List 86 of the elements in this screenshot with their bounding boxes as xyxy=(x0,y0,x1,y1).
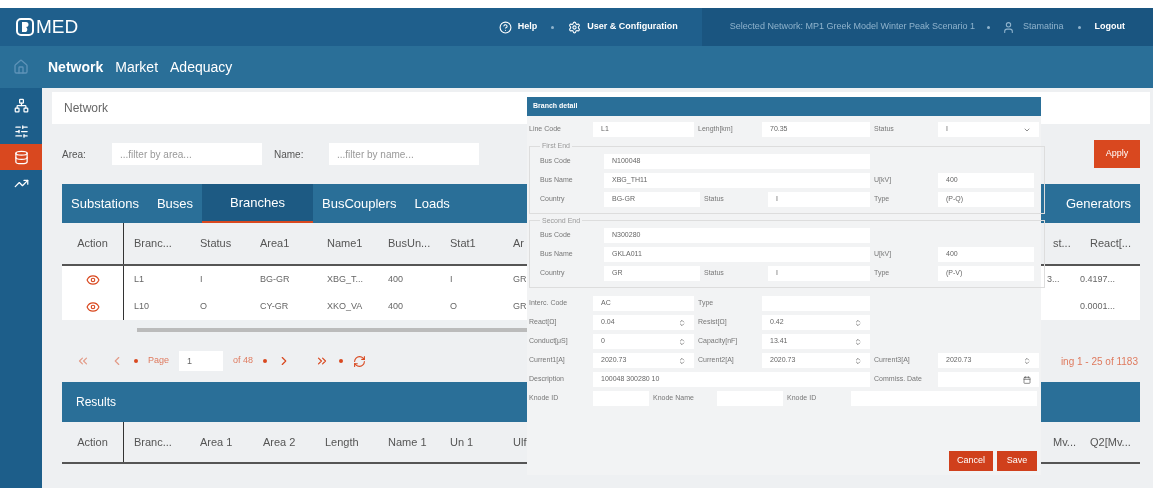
page-field[interactable]: 1 xyxy=(179,351,224,371)
breadcrumb: Network xyxy=(64,100,108,117)
section-title: Results xyxy=(76,394,116,411)
help-link[interactable]: Help xyxy=(517,20,538,34)
column-header: Area 1 xyxy=(199,434,234,450)
input-field[interactable] xyxy=(938,372,1039,387)
column-header: Area 2 xyxy=(262,434,297,450)
stepper-icon xyxy=(678,337,686,346)
table-cell-text: 0.0001... xyxy=(1080,299,1117,313)
help-icon xyxy=(498,20,512,34)
home-icon[interactable] xyxy=(13,59,29,75)
sidebar-item[interactable] xyxy=(0,144,42,170)
nav-tab[interactable]: Network xyxy=(42,56,110,78)
column-header: Length xyxy=(324,434,360,450)
logout-link[interactable]: Logout xyxy=(1094,20,1125,34)
table-cell-text: CY-GR xyxy=(259,299,290,313)
table-cell-text: XBG_T... xyxy=(326,272,364,286)
nav-tab[interactable]: Adequacy xyxy=(164,56,239,78)
table-cell-text: 0.4197... xyxy=(1080,272,1117,286)
settings-icon xyxy=(568,20,582,34)
stepper-icon xyxy=(854,337,862,346)
tab[interactable]: Branches xyxy=(202,184,313,223)
table-cell-text: 3... xyxy=(1046,272,1061,286)
tab[interactable]: Buses xyxy=(147,184,203,223)
table-cell-text: BG-GR xyxy=(259,272,291,286)
column-header: Ulf xyxy=(512,434,527,450)
field-label: Area: xyxy=(62,147,87,162)
column-header: Name 1 xyxy=(387,434,428,450)
logo-icon xyxy=(16,18,34,36)
table-cell-text: 400 xyxy=(387,272,405,286)
column-header: BusUn... xyxy=(387,236,432,252)
app-logo: MED xyxy=(36,14,79,39)
save-button[interactable]: Save xyxy=(997,451,1037,471)
nav-tab[interactable]: Market xyxy=(109,56,165,78)
stepper-icon xyxy=(1023,356,1031,365)
table-cell-text: O xyxy=(199,299,208,313)
column-header: Area1 xyxy=(259,236,291,252)
area-filter-field[interactable]: ...filter by area... xyxy=(112,143,262,165)
tab[interactable]: BusCouplers xyxy=(313,184,406,223)
table-cell-text: L1 xyxy=(133,272,145,286)
table-cell-text: XKO_VA xyxy=(326,299,364,313)
network-icon xyxy=(13,97,29,113)
name-filter-field[interactable]: ...filter by name... xyxy=(329,143,479,165)
calendar-icon xyxy=(1023,375,1031,384)
column-header: st... xyxy=(1053,236,1072,252)
stepper-icon xyxy=(854,356,862,365)
table-cell-text: O xyxy=(449,299,458,313)
view-icon[interactable] xyxy=(85,272,100,287)
column-header: Un 1 xyxy=(449,434,475,450)
column-header: Q2[Mv... xyxy=(1090,434,1132,450)
column-header: Branc... xyxy=(133,434,173,450)
stepper-icon xyxy=(678,356,686,365)
field-label: Name: xyxy=(274,147,305,162)
configuration-link[interactable]: User & Configuration xyxy=(587,20,678,34)
user-icon xyxy=(1001,20,1015,34)
selected-network: Selected Network: MP1 Greek Model Winter Peak Scenario 1 xyxy=(729,20,975,34)
column-header: Ar xyxy=(512,236,525,252)
column-header: Stat1 xyxy=(449,236,477,252)
page-count: of 48 xyxy=(233,354,254,368)
table-cell-text: I xyxy=(449,272,454,286)
tab[interactable]: Substations xyxy=(62,184,148,223)
apply-button[interactable]: Apply xyxy=(1094,140,1140,168)
table-cell-text: I xyxy=(199,272,204,286)
column-header: Action xyxy=(62,223,124,264)
view-icon[interactable] xyxy=(85,299,100,314)
table-cell-text: 400 xyxy=(387,299,405,313)
stepper-icon xyxy=(678,318,686,327)
column-header: React[... xyxy=(1090,236,1132,252)
database-icon xyxy=(13,149,29,165)
stepper-icon xyxy=(854,318,862,327)
column-header: Name1 xyxy=(326,236,364,252)
refresh-icon[interactable] xyxy=(353,354,367,368)
table-cell-text: GR xyxy=(512,272,527,286)
table-cell-text: GR xyxy=(512,299,527,313)
column-header: Status xyxy=(199,236,233,252)
cancel-button[interactable]: Cancel xyxy=(949,451,993,471)
tab[interactable]: Loads xyxy=(405,184,459,223)
user-name: Stamatina xyxy=(1022,20,1064,34)
table-cell-text: L10 xyxy=(133,299,151,313)
page-summary: ing 1 - 25 of 1183 xyxy=(1060,354,1139,369)
column-header: Action xyxy=(62,422,124,462)
tab[interactable]: Generators xyxy=(1056,184,1140,223)
page-label: Page xyxy=(148,354,170,368)
column-header: Branc... xyxy=(133,236,173,252)
column-header: Mv... xyxy=(1053,434,1077,450)
sliders-icon xyxy=(13,123,29,139)
